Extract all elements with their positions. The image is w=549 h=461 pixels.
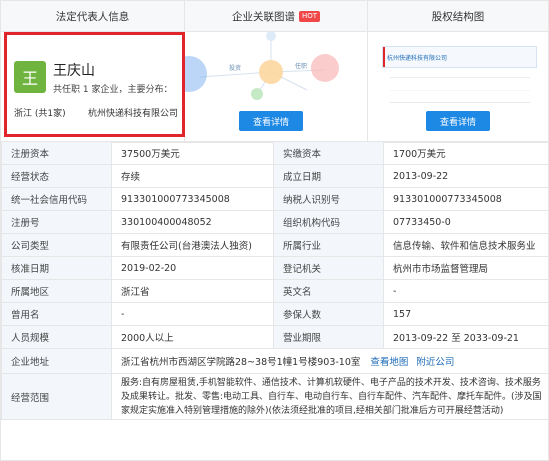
field-label: 组织机构代码	[273, 210, 384, 234]
field-label: 登记机关	[273, 256, 384, 280]
legal-rep-card: 王 王庆山 共任职 1 家企业，主要分布： 浙江 (共1家) 杭州快递科技有限公…	[1, 32, 185, 142]
field-value: 913301000773345008	[383, 187, 549, 211]
field-label: 经营状态	[1, 164, 112, 188]
avatar: 王	[14, 61, 46, 93]
equity-structure-preview: 杭州快递科技有限公司 查看详情	[368, 32, 548, 142]
field-value: 存续	[111, 164, 274, 188]
field-label: 营业期限	[273, 325, 384, 349]
field-label: 公司类型	[1, 233, 112, 257]
field-label: 所属地区	[1, 279, 112, 303]
field-value: 2013-09-22 至 2033-09-21	[383, 325, 549, 349]
field-label: 参保人数	[273, 302, 384, 326]
table-row: 曾用名 - 参保人数 157	[1, 302, 549, 326]
graph-node-top	[266, 32, 276, 41]
field-value: 有限责任公司(台港澳法人独资)	[111, 233, 274, 257]
tab-equity-structure[interactable]: 股权结构图	[368, 1, 548, 31]
field-label: 成立日期	[273, 164, 384, 188]
field-value: 157	[383, 302, 549, 326]
field-value: 信息传输、软件和信息技术服务业	[383, 233, 549, 257]
field-label: 实缴资本	[273, 141, 384, 165]
field-label: 注册号	[1, 210, 112, 234]
field-label: 英文名	[273, 279, 384, 303]
field-value: 浙江省	[111, 279, 274, 303]
field-value: -	[383, 279, 549, 303]
legal-rep-summary: 共任职 1 家企业，主要分布：	[53, 85, 173, 95]
business-scope-row: 经营范围 服务:自有房屋租赁,手机智能软件、通信技术、计算机软硬件、电子产品的技…	[1, 373, 549, 420]
field-value: 37500万美元	[111, 141, 274, 165]
field-value: 2013-09-22	[383, 164, 549, 188]
legal-rep-name[interactable]: 王庆山	[53, 60, 95, 80]
view-equity-button[interactable]: 查看详情	[426, 111, 490, 131]
graph-node-right	[311, 54, 339, 82]
graph-node-center	[259, 60, 283, 84]
legal-rep-company[interactable]: 杭州快递科技有限公司	[88, 106, 178, 119]
graph-node-bottom	[251, 88, 263, 100]
field-label: 纳税人识别号	[273, 187, 384, 211]
relation-graph-preview: 投资 任职 查看详情	[185, 32, 368, 142]
tab-relation-graph[interactable]: 企业关联图谱 HOT	[185, 1, 368, 31]
address-label: 企业地址	[1, 348, 112, 374]
table-row: 经营状态 存续 成立日期 2013-09-22	[1, 164, 549, 188]
table-row: 注册号 330100400048052 组织机构代码 07733450-0	[1, 210, 549, 234]
address-value: 浙江省杭州市西湖区学院路28~38号1幢1号楼903-10室 查看地图 附近公司	[111, 348, 549, 374]
field-label: 统一社会信用代码	[1, 187, 112, 211]
registration-info-table: 注册资本 37500万美元 实缴资本 1700万美元 经营状态 存续 成立日期 2013-09…	[1, 141, 549, 420]
table-row: 核准日期 2019-02-20 登记机关 杭州市市场监督管理局	[1, 256, 549, 280]
equity-line	[390, 102, 530, 103]
legal-rep-region: 浙江 (共1家)	[14, 109, 66, 119]
field-label: 所属行业	[273, 233, 384, 257]
company-info-panel: 法定代表人信息 企业关联图谱 HOT 股权结构图 王 王庆山 共任职 1 家企业…	[0, 0, 549, 461]
tab-bar: 法定代表人信息 企业关联图谱 HOT 股权结构图	[1, 1, 548, 32]
field-value: 07733450-0	[383, 210, 549, 234]
table-row: 所属地区 浙江省 英文名 -	[1, 279, 549, 303]
preview-panels: 王 王庆山 共任职 1 家企业，主要分布： 浙江 (共1家) 杭州快递科技有限公…	[1, 32, 548, 143]
graph-node-left	[185, 56, 207, 92]
field-value: -	[111, 302, 274, 326]
view-map-link[interactable]: 查看地图	[370, 357, 408, 368]
field-label: 注册资本	[1, 141, 112, 165]
field-value: 1700万美元	[383, 141, 549, 165]
equity-root-company: 杭州快递科技有限公司	[382, 46, 537, 68]
field-value: 2000人以上	[111, 325, 274, 349]
business-scope-value: 服务:自有房屋租赁,手机智能软件、通信技术、计算机软硬件、电子产品的技术开发、技…	[111, 373, 549, 420]
view-graph-button[interactable]: 查看详情	[239, 111, 303, 131]
field-label: 核准日期	[1, 256, 112, 280]
address-row: 企业地址 浙江省杭州市西湖区学院路28~38号1幢1号楼903-10室 查看地图附…	[1, 348, 549, 374]
field-value: 913301000773345008	[111, 187, 274, 211]
table-row: 统一社会信用代码 913301000773345008 纳税人识别号 91330100…	[1, 187, 549, 211]
tab-legal-rep[interactable]: 法定代表人信息	[1, 1, 185, 31]
table-row: 人员规模 2000人以上 营业期限 2013-09-22 至 2033-09-21	[1, 325, 549, 349]
business-scope-label: 经营范围	[1, 373, 112, 420]
hot-badge: HOT	[298, 10, 321, 22]
graph-position-label: 任职	[295, 62, 307, 70]
field-value: 330100400048052	[111, 210, 274, 234]
equity-shareholders-blur	[390, 72, 530, 102]
table-row: 公司类型 有限责任公司(台港澳法人独资) 所属行业 信息传输、软件和信息技术服务业	[1, 233, 549, 257]
field-label: 曾用名	[1, 302, 112, 326]
field-value: 2019-02-20	[111, 256, 274, 280]
graph-invest-label: 投资	[229, 64, 241, 72]
field-label: 人员规模	[1, 325, 112, 349]
table-row: 注册资本 37500万美元 实缴资本 1700万美元	[1, 141, 549, 165]
nearby-companies-link[interactable]: 附近公司	[416, 357, 454, 368]
field-value: 杭州市市场监督管理局	[383, 256, 549, 280]
